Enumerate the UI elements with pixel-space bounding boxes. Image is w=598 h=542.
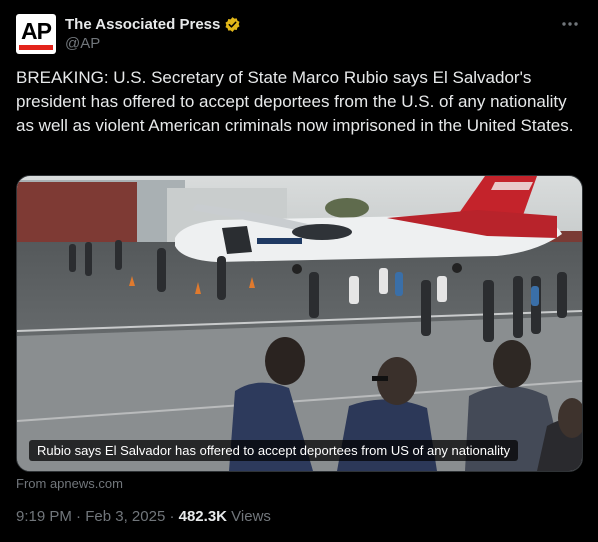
more-options-icon[interactable] <box>558 14 582 34</box>
post-date[interactable]: Feb 3, 2025 <box>85 508 165 525</box>
media-caption: Rubio says El Salvador has offered to ac… <box>29 440 519 461</box>
views-label: Views <box>231 508 271 525</box>
avatar-logo-text: AP <box>21 17 52 44</box>
post-header: AP The Associated Press @AP <box>16 12 582 56</box>
post-text: BREAKING: U.S. Secretary of State Marco … <box>16 68 574 135</box>
meta-separator: · <box>169 508 175 525</box>
author-handle[interactable]: @AP <box>65 35 241 52</box>
author-name[interactable]: The Associated Press <box>65 16 220 33</box>
media-photo <box>17 176 582 471</box>
post-media[interactable]: Rubio says El Salvador has offered to ac… <box>16 175 583 472</box>
post-meta: 9:19 PM · Feb 3, 2025 · 482.3K Views <box>16 508 271 525</box>
post-time[interactable]: 9:19 PM <box>16 508 72 525</box>
post: AP The Associated Press @AP BREAKING: U.… <box>0 0 598 542</box>
meta-separator: · <box>76 508 82 525</box>
link-source[interactable]: From apnews.com <box>16 476 123 491</box>
avatar-logo-bar <box>19 45 53 50</box>
author-info: The Associated Press @AP <box>65 16 241 52</box>
author-name-row: The Associated Press <box>65 16 241 33</box>
views-count[interactable]: 482.3K <box>179 508 227 525</box>
verified-badge-icon[interactable] <box>224 16 241 33</box>
avatar[interactable]: AP <box>16 14 56 54</box>
